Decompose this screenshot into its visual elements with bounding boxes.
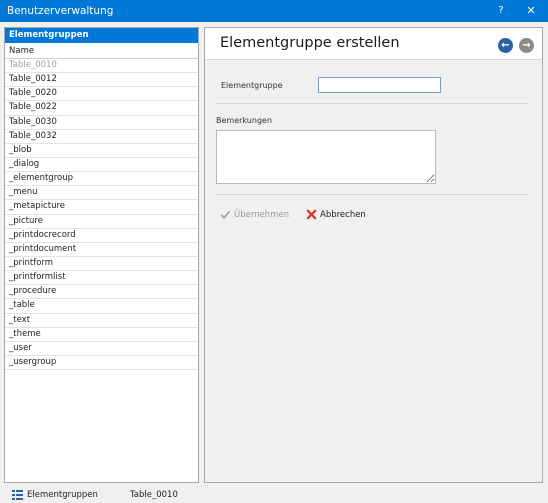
list-panel-header: Elementgruppen xyxy=(5,28,198,43)
form-header: Elementgruppe erstellen ← → xyxy=(205,28,542,60)
window-title: Benutzerverwaltung xyxy=(7,5,114,17)
list-item[interactable]: _printdocument xyxy=(5,243,198,257)
cancel-button[interactable]: Abbrechen xyxy=(306,209,366,220)
arrow-right-icon[interactable]: → xyxy=(519,38,534,53)
list-item[interactable]: Table_0010 xyxy=(5,59,198,74)
list-item[interactable]: _theme xyxy=(5,328,198,342)
status-selection: Table_0010 xyxy=(130,490,178,500)
close-button[interactable]: ✕ xyxy=(520,0,542,22)
page-title: Elementgruppe erstellen xyxy=(220,35,400,51)
list-item[interactable]: _table xyxy=(5,299,198,314)
elementgroup-label: Elementgruppe xyxy=(221,81,283,90)
apply-button[interactable]: Übernehmen xyxy=(220,209,289,220)
list-item[interactable]: Table_0032 xyxy=(5,130,198,144)
checkmark-icon xyxy=(220,210,231,220)
elementgroup-list: Table_0010 Table_0012 Table_0020 Table_0022… xyxy=(5,59,198,371)
list-item[interactable]: _user xyxy=(5,342,198,356)
list-item[interactable]: Table_0020 xyxy=(5,87,198,102)
elementgroup-input[interactable] xyxy=(318,77,441,93)
list-item[interactable]: _printformlist xyxy=(5,271,198,286)
status-section: Elementgruppen xyxy=(27,490,98,500)
list-item[interactable]: _picture xyxy=(5,215,198,229)
list-item[interactable]: Table_0012 xyxy=(5,73,198,88)
list-item[interactable]: _printform xyxy=(5,257,198,272)
apply-label: Übernehmen xyxy=(234,209,290,220)
list-item[interactable]: _blob xyxy=(5,144,198,158)
column-header-name[interactable]: Name xyxy=(5,43,198,59)
list-item[interactable]: _menu xyxy=(5,186,198,201)
list-icon xyxy=(12,490,23,500)
list-item[interactable]: _usergroup xyxy=(5,356,198,371)
list-item[interactable]: _procedure xyxy=(5,285,198,300)
divider xyxy=(216,194,527,195)
create-form-panel: Elementgruppe erstellen ← → Elementgrupp… xyxy=(204,27,543,483)
notes-label: Bemerkungen xyxy=(216,116,273,125)
arrow-left-icon[interactable]: ← xyxy=(498,38,513,53)
list-item[interactable]: _printdocrecord xyxy=(5,229,198,243)
title-bar: Benutzerverwaltung ? ✕ xyxy=(0,0,548,22)
list-item[interactable]: Table_0022 xyxy=(5,101,198,116)
help-button[interactable]: ? xyxy=(490,0,512,22)
list-item[interactable]: _text xyxy=(5,314,198,328)
cancel-label: Abbrechen xyxy=(320,209,366,220)
elementgroup-list-panel: Elementgruppen Name Table_0010 Table_0012… xyxy=(4,27,199,483)
notes-textarea[interactable] xyxy=(216,130,436,184)
list-item[interactable]: _dialog xyxy=(5,158,198,173)
list-item[interactable]: _elementgroup xyxy=(5,172,198,187)
list-item[interactable]: _metapicture xyxy=(5,200,198,215)
status-bar: Elementgruppen Table_0010 xyxy=(0,488,548,503)
x-icon xyxy=(306,209,317,220)
list-item[interactable]: Table_0030 xyxy=(5,116,198,130)
divider xyxy=(216,103,527,104)
